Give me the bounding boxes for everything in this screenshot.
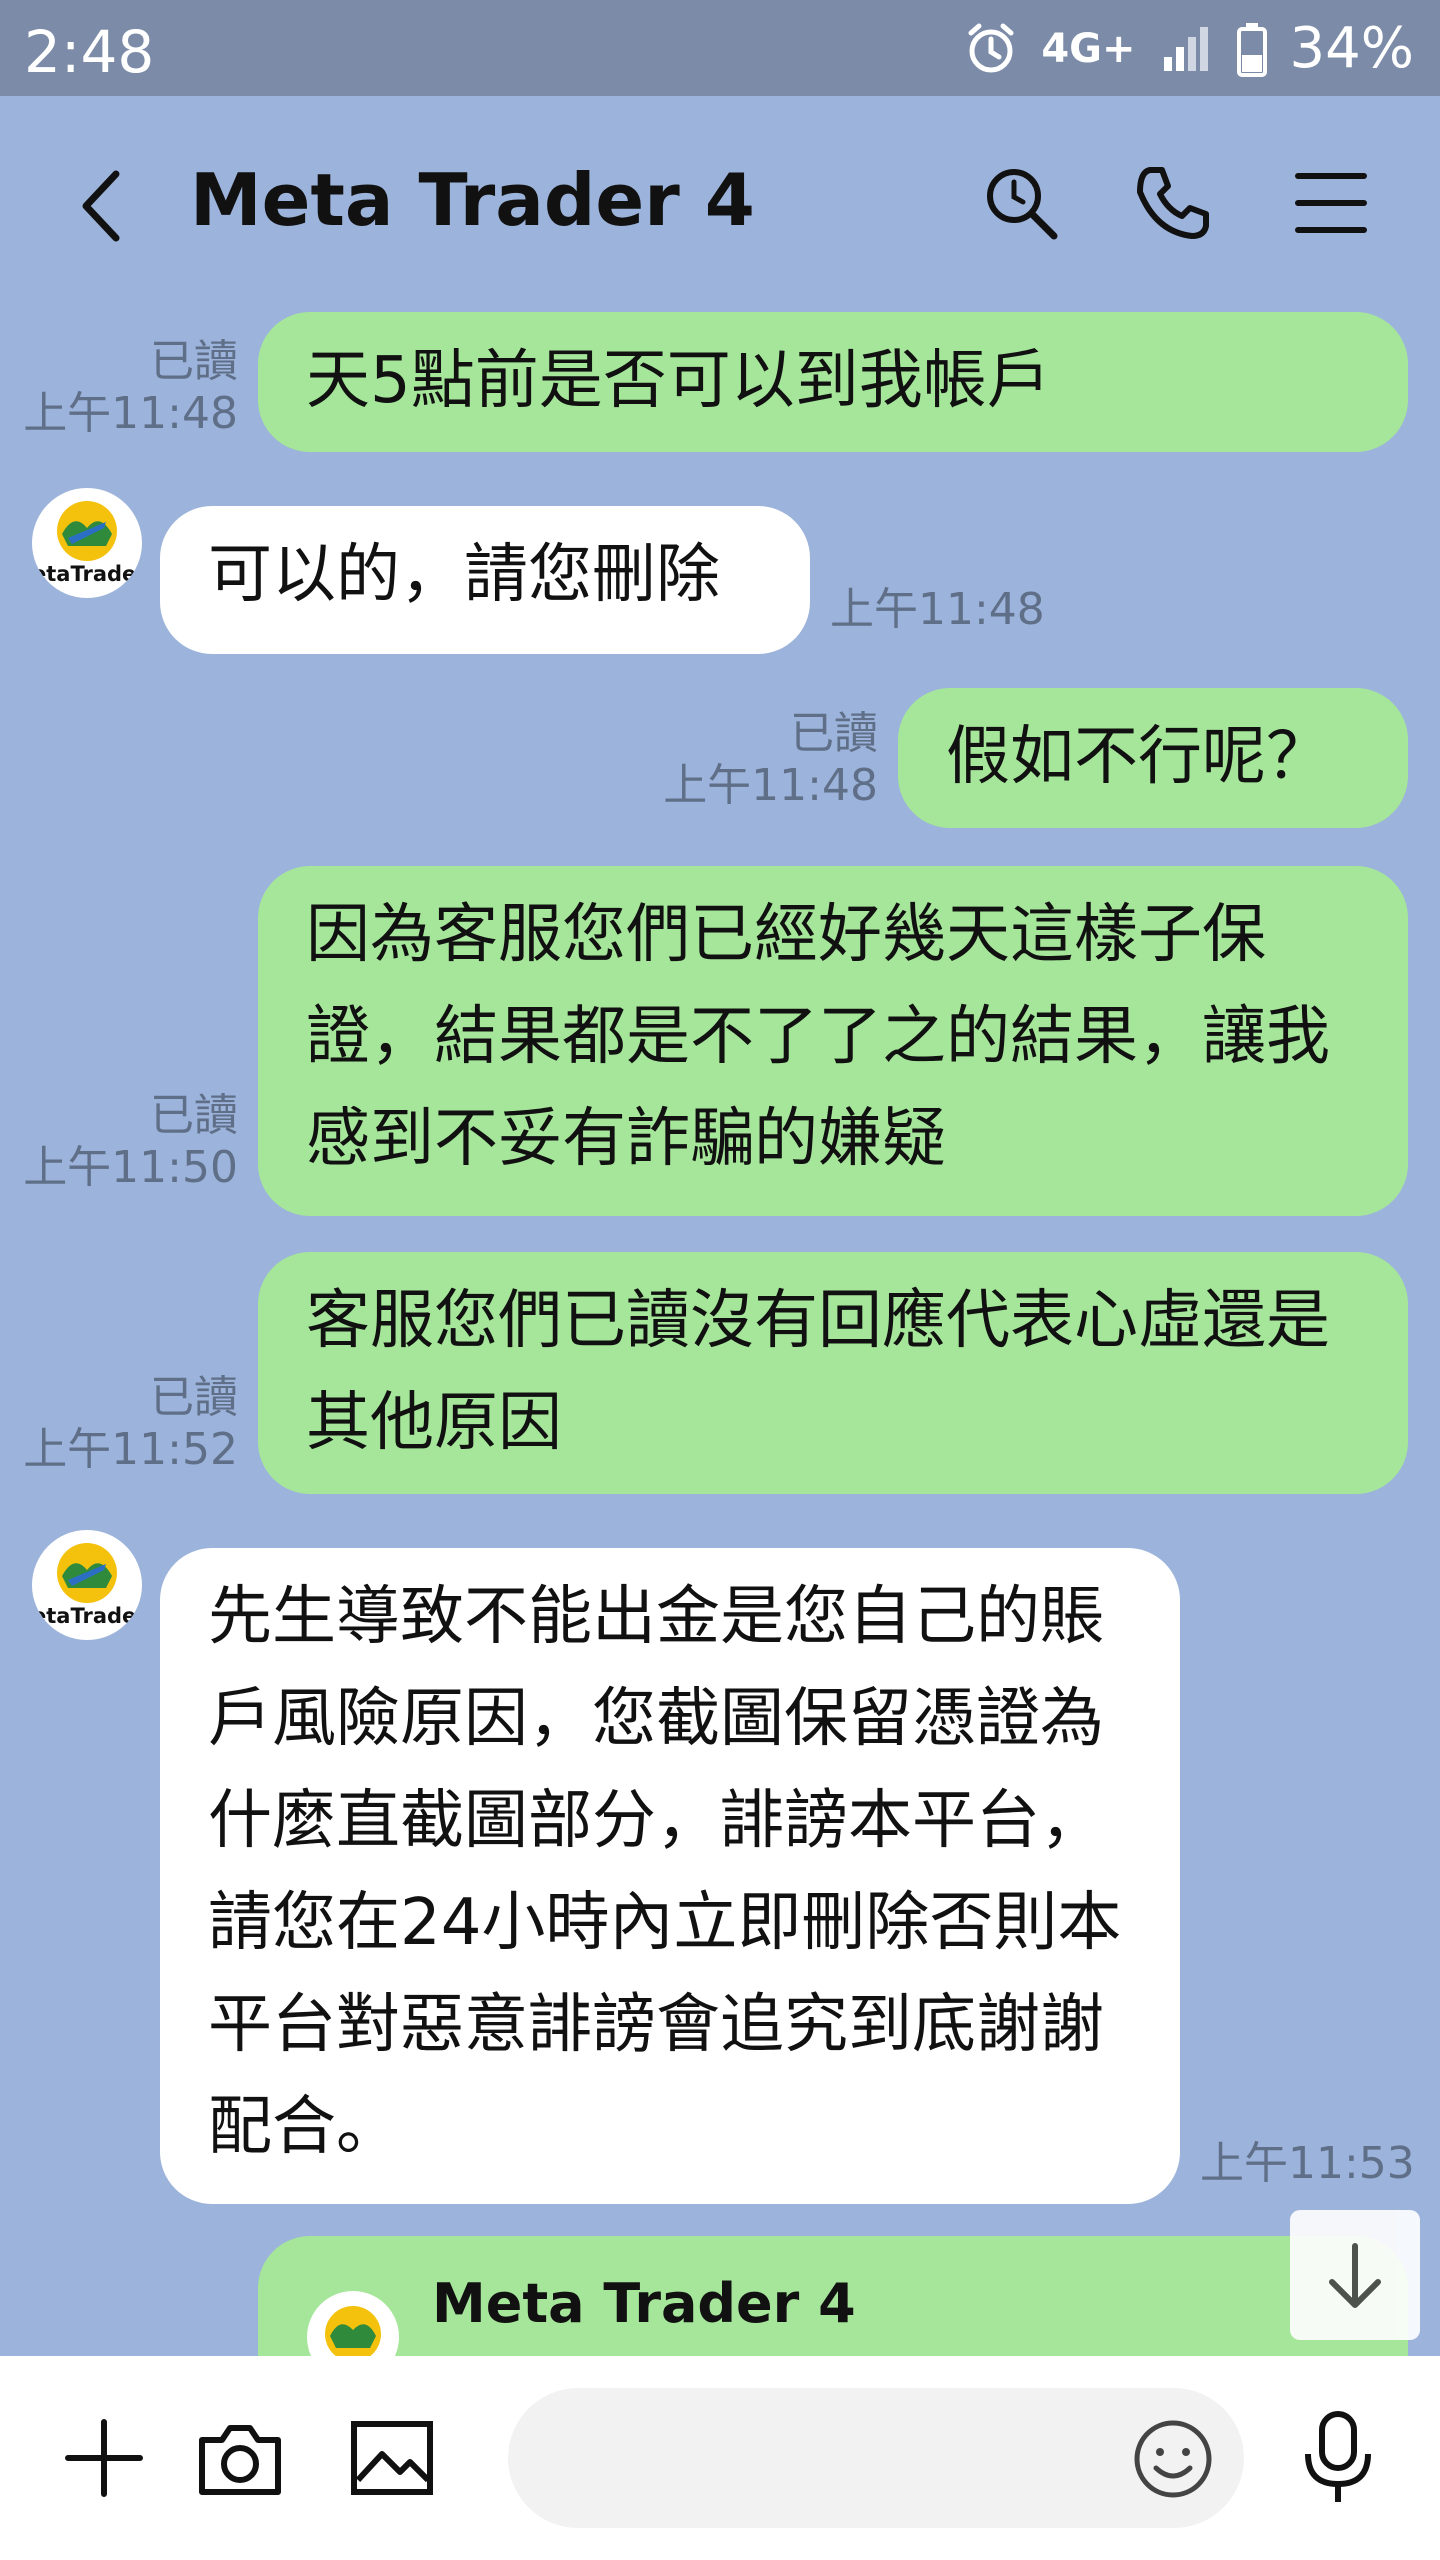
message-outgoing[interactable]: 天5點前是否可以到我帳戶 <box>258 312 1408 452</box>
message-time: 上午11:50 <box>23 1142 238 1193</box>
emoji-icon[interactable] <box>1130 2416 1216 2502</box>
menu-icon[interactable] <box>1290 162 1372 244</box>
chat-area[interactable]: 天5點前是否可以到我帳戶 已讀 上午11:48 etaTrader 可以的，請您… <box>0 296 1440 2356</box>
message-time: 上午11:48 <box>23 388 238 439</box>
read-receipt: 已讀 <box>150 1372 238 1423</box>
message-text: 客服您們已讀沒有回應代表心虛還是其他原因 <box>306 1284 1330 1460</box>
read-receipt: 已讀 <box>150 336 238 387</box>
message-outgoing[interactable]: 客服您們已讀沒有回應代表心虛還是其他原因 <box>258 1252 1408 1494</box>
message-input[interactable] <box>508 2388 1244 2528</box>
message-meta: 已讀 上午11:52 <box>20 1372 238 1476</box>
image-icon[interactable] <box>344 2410 440 2506</box>
message-outgoing[interactable]: 因為客服您們已經好幾天這樣子保證，結果都是不了了之的結果，讓我感到不妥有詐騙的嫌… <box>258 866 1408 1216</box>
status-icons: 4G+ 34% <box>963 16 1414 81</box>
plus-icon[interactable] <box>56 2410 152 2506</box>
chat-title: Meta Trader 4 <box>190 158 755 242</box>
read-receipt: 已讀 <box>790 708 878 759</box>
avatar-label: etaTrader <box>32 1604 142 1628</box>
status-bar: 2:48 4G+ 34% <box>0 0 1440 96</box>
metatrader-logo-icon <box>307 2291 399 2356</box>
avatar-label: etaTrader <box>32 562 142 586</box>
message-meta: 已讀 上午11:48 <box>640 708 878 812</box>
scroll-to-bottom-button[interactable] <box>1290 2210 1420 2340</box>
message-meta: 已讀 上午11:48 <box>20 336 238 440</box>
network-type: 4G+ <box>1041 25 1136 72</box>
arrow-down-icon <box>1329 2243 1381 2308</box>
camera-icon[interactable] <box>192 2410 288 2506</box>
message-time: 上午11:53 <box>1200 2138 1415 2189</box>
message-text: 可以的，請您刪除 <box>208 538 720 612</box>
input-bar <box>0 2356 1440 2560</box>
message-time: 上午11:48 <box>830 584 1045 635</box>
search-icon[interactable] <box>980 162 1062 244</box>
read-receipt: 已讀 <box>150 1090 238 1141</box>
chat-header: Meta Trader 4 <box>0 96 1440 316</box>
message-text: 因為客服您們已經好幾天這樣子保證，結果都是不了了之的結果，讓我感到不妥有詐騙的嫌… <box>306 898 1330 1176</box>
message-time: 上午11:52 <box>23 1424 238 1475</box>
phone-icon[interactable] <box>1132 162 1214 244</box>
message-incoming[interactable]: 先生導致不能出金是您自己的賬戶風險原因，您截圖保留憑證為什麼直截圖部分，誹謗本平… <box>160 1548 1180 2204</box>
alarm-icon <box>968 23 1014 72</box>
message-incoming[interactable]: 可以的，請您刪除 <box>160 506 810 654</box>
metatrader-logo-icon <box>57 1543 117 1603</box>
avatar[interactable]: etaTrader <box>32 488 142 598</box>
metatrader-logo-icon <box>57 501 117 561</box>
status-time: 2:48 <box>24 18 155 86</box>
battery-percent: 34% <box>1289 16 1414 81</box>
message-text: 先生導致不能出金是您自己的賬戶風險原因，您截圖保留憑證為什麼直截圖部分，誹謗本平… <box>208 1580 1122 2164</box>
message-time: 上午11:48 <box>663 760 878 811</box>
avatar[interactable]: etaTrader <box>32 1530 142 1640</box>
message-text: 假如不行呢？ <box>946 720 1330 794</box>
message-text: 天5點前是否可以到我帳戶 <box>306 344 1051 418</box>
shared-contact-name: Meta Trader 4 <box>432 2272 856 2335</box>
microphone-icon[interactable] <box>1298 2408 1378 2508</box>
message-outgoing[interactable]: 假如不行呢？ <box>898 688 1408 828</box>
chevron-left-icon[interactable] <box>74 166 134 246</box>
battery-icon <box>1236 22 1267 77</box>
signal-icon <box>1163 26 1208 71</box>
message-meta: 已讀 上午11:50 <box>20 1090 238 1194</box>
